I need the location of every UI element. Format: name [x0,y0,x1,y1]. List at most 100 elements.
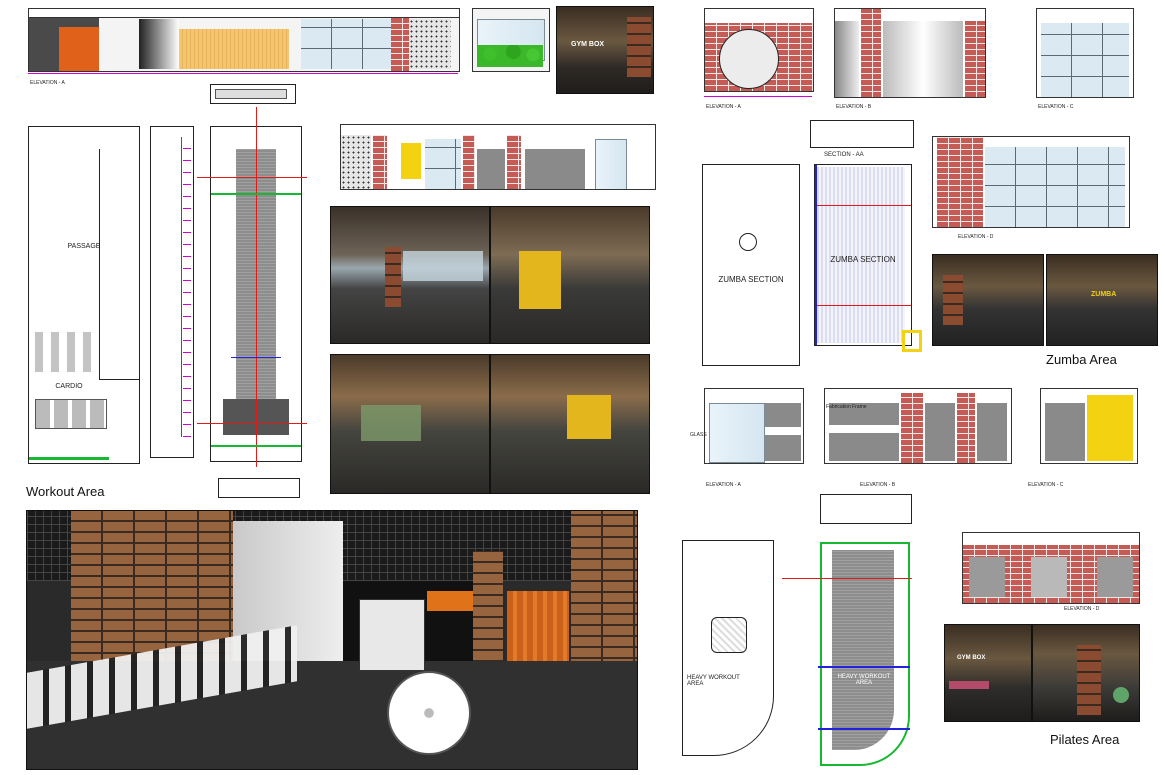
workout-elevation-a [28,8,460,72]
pilates-photo2-ball [1113,687,1129,703]
pilates-elevation-d [962,532,1140,604]
strip-grey-panel-2 [525,149,585,189]
workout-area-caption: Workout Area [26,484,105,499]
strip-glazing [425,139,461,189]
section-key-bottom [218,478,300,498]
pilates-elev-d-panel-2 [1031,557,1067,597]
pilates-elevation-d-label: ELEVATION - D [1064,606,1100,612]
plan-green-top [211,193,301,195]
workout-render-photo-top: GYM BOX [556,6,654,94]
ceiling-dimension-line [181,137,182,437]
pilates-floor-mat [832,550,894,750]
pilates-elev-d-panel-3 [1097,557,1133,597]
zumba-red-line-1 [815,205,911,206]
workout-render-photo-3 [330,354,490,494]
zumba-section-label: SECTION - AA [824,152,864,158]
zumba-elevation-c-label: ELEVATION - C [1038,104,1074,110]
zumba-photo-2: ZUMBA [1046,254,1158,346]
zumba-elev-d-brick [937,137,983,227]
photo3-window [361,405,421,441]
zumba-plan-label-2: ZUMBA SECTION [830,255,896,264]
elevation-wood-panel [179,29,289,69]
pilates-plan-label: HEAVY WORKOUT AREA [687,675,740,687]
render-bench-machine [359,599,425,671]
zumba-elevation-a [704,8,814,92]
zumba-area-sheet: ELEVATION - A ELEVATION - B ELEVATION - … [676,0,1165,500]
pilates-red-line [782,578,912,579]
section-key-top [210,84,296,104]
lower-elev-a-grey [765,403,801,427]
workout-section-strip [340,124,656,190]
pilates-elev-d-panel-1 [969,557,1005,597]
workout-render-photo-1 [330,206,490,344]
zumba-photo-sign: ZUMBA [1091,291,1117,298]
pilates-area-caption: Pilates Area [1050,732,1120,747]
strip-yellow-panel [401,143,421,179]
pilates-blue-line-1 [818,666,910,668]
render-orange-glow [427,591,477,611]
pilates-photo-1: GYM BOX [944,624,1032,722]
zumba-elevation-a-label: ELEVATION - A [706,104,741,110]
zumba-elev-b-brick-2 [965,21,985,97]
strip-brick-2 [463,135,475,189]
zumba-plan-right: ZUMBA SECTION [814,164,912,346]
plan-inner-wall [99,149,140,380]
photo-brick-wall [627,17,651,77]
workout-floor-plan: PASSAGE CARDIO [28,126,140,464]
zumba-elev-b-brick [861,9,881,97]
lower-elev-c-grey [1045,403,1085,461]
zumba-photo1-brick [943,275,963,325]
zumba-elevation-b [834,8,986,98]
zumba-elevation-d-label: ELEVATION - D [958,234,994,240]
render-wood-panel [507,591,569,671]
pilates-section-key [820,494,912,524]
plan-green-edge [29,457,109,460]
photo4-yellow-panel [567,395,611,439]
strip-glass-door [595,139,627,189]
elevation-brick-column [391,17,409,71]
workout-elevation-dimension [28,73,458,74]
zumba-photo-1 [932,254,1044,346]
photo-sign-text: GYM BOX [571,41,605,48]
elevation-glazing [301,19,391,69]
grid-line-vertical [256,107,257,467]
photo2-yellow-wall [519,251,561,309]
zumba-plan-speaker-icon [739,233,757,251]
zumba-elev-a-dim [704,96,812,97]
zumba-elev-c-glass [1041,23,1129,97]
zumba-elevation-c [1036,8,1134,98]
zumba-area-caption: Zumba Area [1046,352,1117,367]
elevation-door-orange [59,27,99,71]
lower-elev-b-grey-2 [829,433,899,461]
elevation-stone-panel [409,19,451,69]
photo1-brick [385,247,401,307]
section-key-bar [215,89,287,99]
zumba-lower-elevation-b [824,388,1012,464]
zumba-plan-label: ZUMBA SECTION [718,275,784,284]
plan-green-bottom [211,445,301,447]
zumba-lower-glass-label: GLASS [690,432,707,438]
zumba-elev-a-circle [719,29,779,89]
zumba-elev-b-left [835,21,859,97]
render-weight-plate [387,671,471,755]
pilates-blue-line-2 [818,728,910,730]
strip-brick-3 [507,135,521,189]
pilates-photo1-pink [949,681,989,689]
zumba-section-key [810,120,914,148]
zumba-lower-elevation-b-label: ELEVATION - B [860,482,896,488]
lower-elev-a-glass [709,403,765,463]
zumba-lower-elevation-c [1040,388,1138,464]
zumba-elev-b-panel [883,21,963,97]
zumba-red-line-2 [815,305,911,306]
pilates-photo-2 [1032,624,1140,722]
lower-elev-b-brick-2 [957,393,975,463]
equipment-icons [35,332,95,372]
zumba-elevation-d [932,136,1130,228]
lower-elev-a-grey-2 [765,435,801,461]
workout-render-photo-2 [490,206,650,344]
cardio-label: CARDIO [55,383,83,390]
strip-stone [341,135,371,189]
pilates-equipment-cluster [711,617,747,653]
grid-line-horizontal-bottom [197,423,307,424]
lower-elev-c-yellow [1087,395,1133,461]
